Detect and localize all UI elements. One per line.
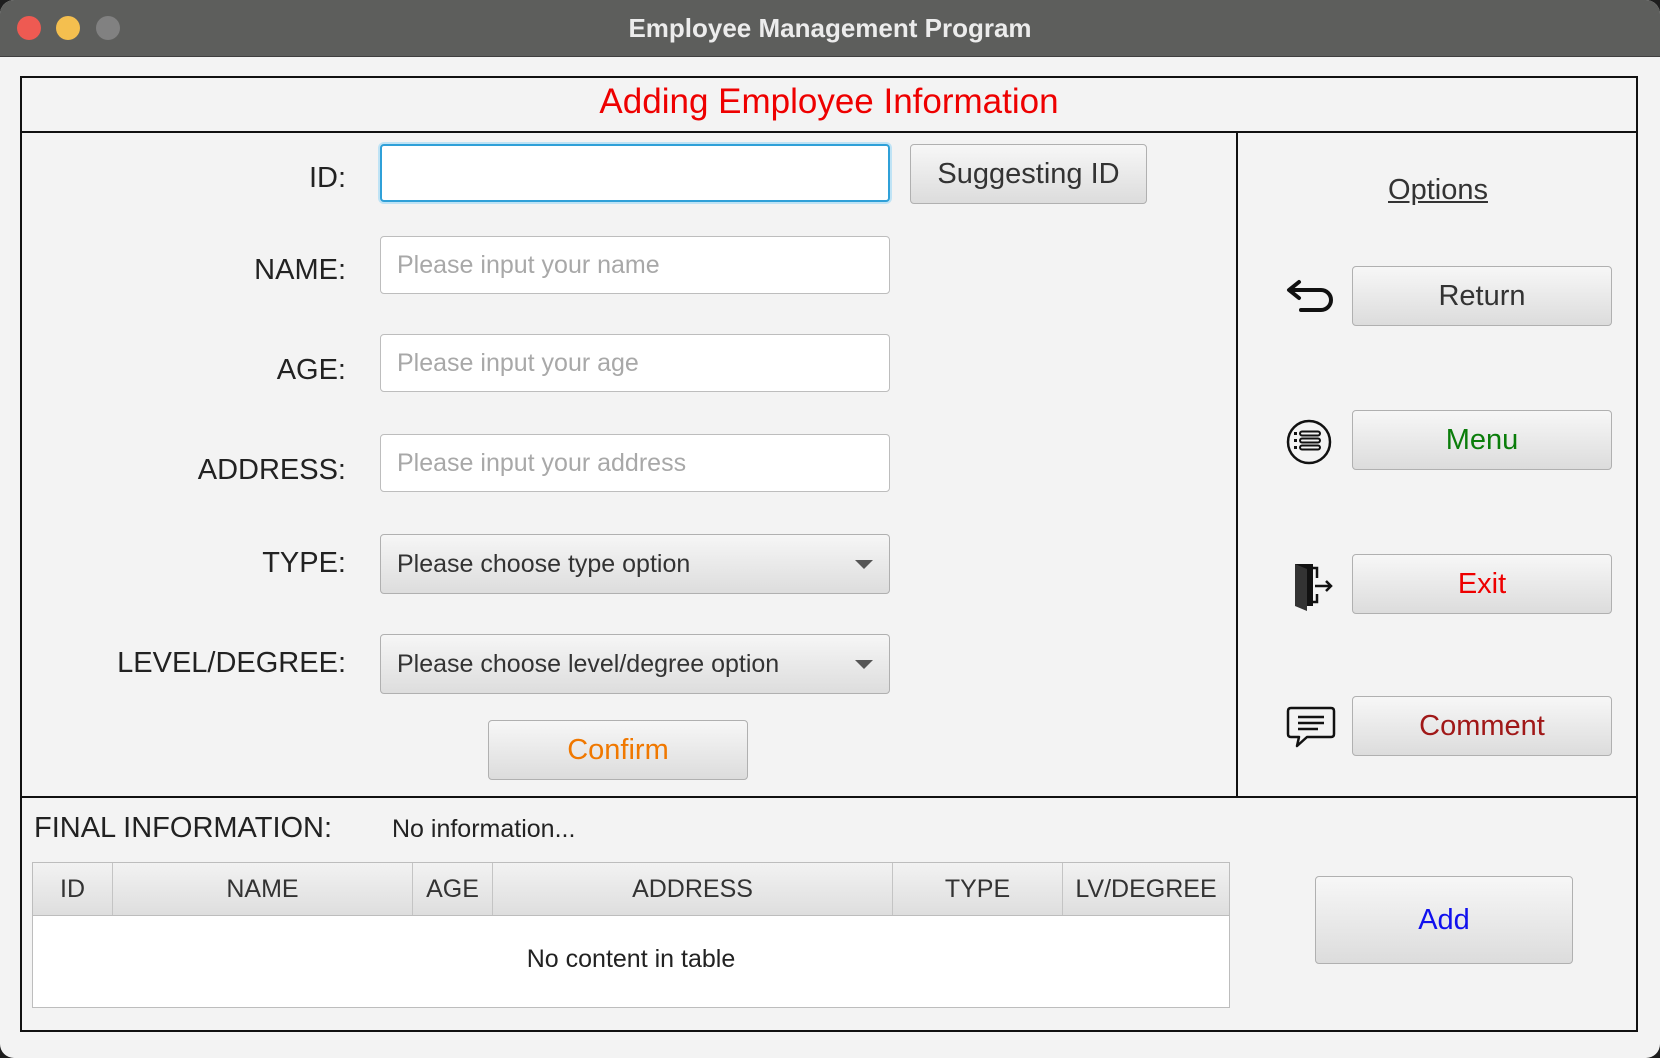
table-empty-message: No content in table [526, 945, 736, 973]
title-bar: Employee Management Program [0, 0, 1660, 57]
age-input[interactable] [380, 334, 890, 392]
chevron-down-icon [855, 560, 873, 569]
return-arrow-icon [1283, 268, 1339, 324]
add-button[interactable]: Add [1315, 876, 1573, 964]
return-button[interactable]: Return [1352, 266, 1612, 326]
exit-button[interactable]: Exit [1352, 554, 1612, 614]
id-label: ID: [308, 162, 346, 194]
window-title: Employee Management Program [628, 13, 1032, 43]
divider [20, 131, 1638, 133]
id-input[interactable] [380, 144, 890, 202]
level-select[interactable]: Please choose level/degree option [380, 634, 890, 694]
confirm-button[interactable]: Confirm [488, 720, 748, 780]
exit-door-icon [1283, 556, 1339, 612]
final-information-label: FINAL INFORMATION: [34, 812, 333, 844]
type-select[interactable]: Please choose type option [380, 534, 890, 594]
list-menu-icon [1283, 412, 1339, 468]
address-label: ADDRESS: [197, 454, 346, 486]
comment-button[interactable]: Comment [1352, 696, 1612, 756]
divider [20, 796, 1638, 798]
level-label: LEVEL/DEGREE: [117, 647, 346, 679]
column-header-name[interactable]: NAME [113, 863, 413, 915]
level-selected-value: Please choose level/degree option [397, 649, 780, 678]
page-heading: Adding Employee Information [599, 82, 1059, 121]
column-header-level-degree[interactable]: LV/DEGREE [1063, 863, 1229, 915]
column-header-id[interactable]: ID [33, 863, 113, 915]
options-title: Options [1388, 174, 1488, 206]
chevron-down-icon [855, 660, 873, 669]
menu-button[interactable]: Menu [1352, 410, 1612, 470]
type-label: TYPE: [262, 547, 346, 579]
name-input[interactable] [380, 236, 890, 294]
column-header-type[interactable]: TYPE [893, 863, 1063, 915]
table-header: ID NAME AGE ADDRESS TYPE LV/DEGREE [33, 863, 1229, 916]
final-information-value: No information... [392, 815, 576, 843]
suggest-id-button[interactable]: Suggesting ID [910, 144, 1147, 204]
app-window: Employee Management Program Adding Emplo… [0, 0, 1660, 1058]
employee-table[interactable]: ID NAME AGE ADDRESS TYPE LV/DEGREE No co… [32, 862, 1230, 1008]
comment-bubble-icon [1283, 698, 1339, 754]
address-input[interactable] [380, 434, 890, 492]
age-label: AGE: [276, 354, 346, 386]
type-selected-value: Please choose type option [397, 549, 691, 578]
name-label: NAME: [254, 254, 346, 286]
column-header-address[interactable]: ADDRESS [493, 863, 893, 915]
divider [1236, 131, 1238, 797]
column-header-age[interactable]: AGE [413, 863, 493, 915]
